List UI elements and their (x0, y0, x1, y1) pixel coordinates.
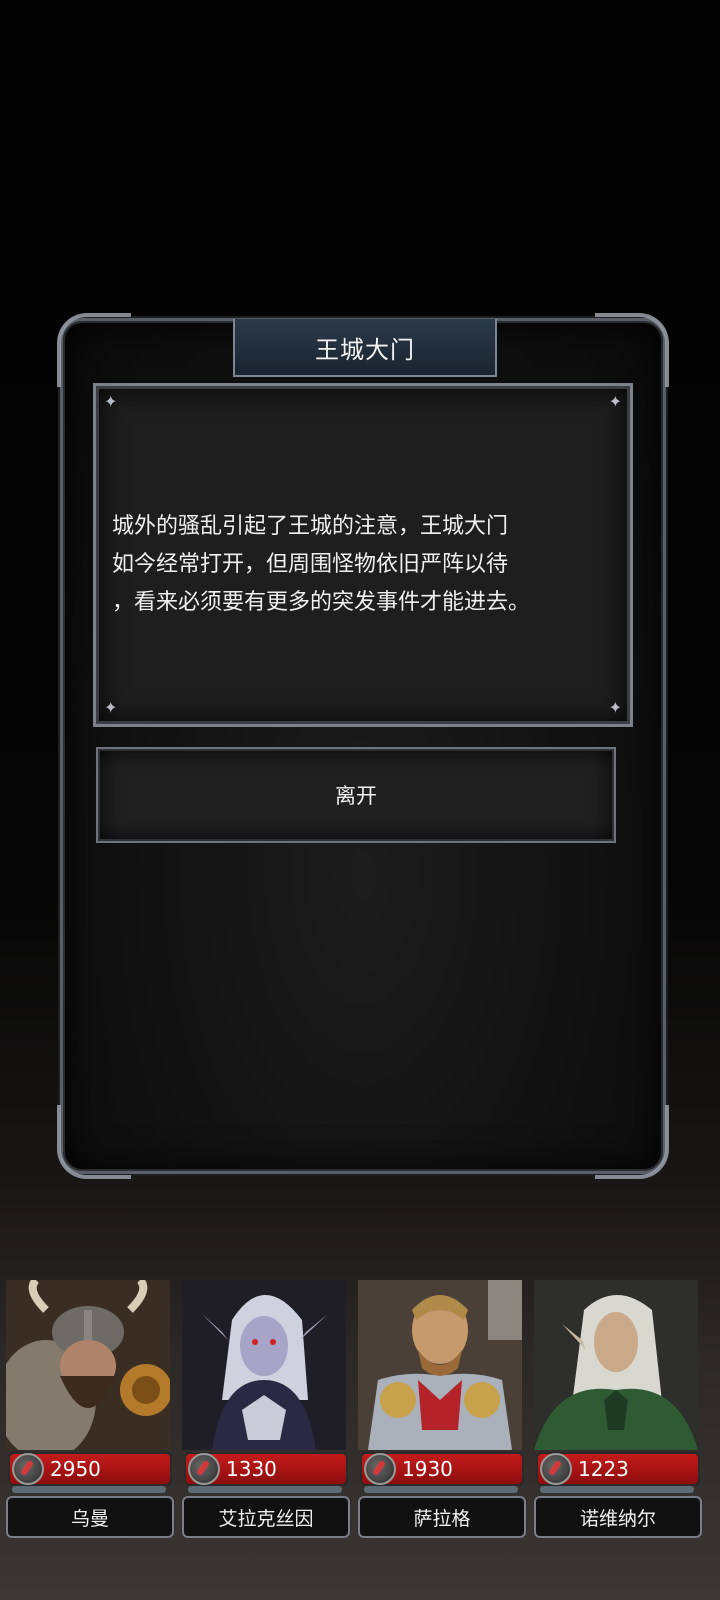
event-dialog: 王城大门 ✦ ✦ ✦ ✦ 城外的骚乱引起了王城的注意，王城大门 如今经常打开，但… (57, 313, 669, 1179)
frame-ornament-bottom-right (595, 1105, 669, 1179)
frame-ornament-bottom-left (57, 1105, 131, 1179)
dialog-title: 王城大门 (315, 335, 415, 364)
frame-ornament-top-left (57, 313, 131, 387)
hero-name: 乌曼 (70, 1507, 109, 1530)
paladin-portrait-icon (358, 1280, 522, 1450)
hp-value: 1223 (578, 1457, 629, 1481)
hero-name: 诺维纳尔 (579, 1507, 656, 1530)
health-potion-icon (364, 1453, 396, 1485)
leave-button-label: 离开 (335, 784, 377, 808)
event-text-panel: ✦ ✦ ✦ ✦ 城外的骚乱引起了王城的注意，王城大门 如今经常打开，但周围怪物依… (93, 383, 633, 727)
description-line: ，看来必须要有更多的突发事件才能进去。 (112, 590, 531, 615)
hero-card-4[interactable]: 1223 诺维纳尔 (530, 1280, 702, 1538)
mana-bar (540, 1486, 694, 1493)
mana-bar (188, 1486, 342, 1493)
sparkle-icon: ✦ (104, 392, 118, 411)
hero-card-1[interactable]: 2950 乌曼 (2, 1280, 174, 1538)
hp-value: 1930 (402, 1457, 453, 1481)
dwarf-warrior-portrait-icon (6, 1280, 170, 1450)
party-bar: 2950 乌曼 1330 艾拉克丝因 1930 萨拉格 1223 诺维纳尔 (0, 1280, 720, 1540)
hp-value: 2950 (50, 1457, 101, 1481)
hp-bar: 1330 (184, 1452, 348, 1486)
sparkle-icon: ✦ (608, 698, 622, 717)
mana-bar (364, 1486, 518, 1493)
hero-name-plate: 艾拉克丝因 (182, 1496, 350, 1538)
hero-name: 艾拉克丝因 (218, 1507, 314, 1530)
hp-bar: 2950 (8, 1452, 172, 1486)
hp-value: 1330 (226, 1457, 277, 1481)
hp-bar: 1223 (536, 1452, 700, 1486)
hero-name-plate: 萨拉格 (358, 1496, 526, 1538)
description-line: 如今经常打开，但周围怪物依旧严阵以待 (112, 552, 509, 577)
dark-elf-portrait-icon (182, 1280, 346, 1450)
dialog-title-bar: 王城大门 (233, 319, 497, 377)
sparkle-icon: ✦ (104, 698, 118, 717)
sparkle-icon: ✦ (608, 392, 622, 411)
hero-name-plate: 乌曼 (6, 1496, 174, 1538)
hero-card-2[interactable]: 1330 艾拉克丝因 (178, 1280, 350, 1538)
health-potion-icon (188, 1453, 220, 1485)
hero-name-plate: 诺维纳尔 (534, 1496, 702, 1538)
health-potion-icon (12, 1453, 44, 1485)
frame-ornament-top-right (595, 313, 669, 387)
hero-card-3[interactable]: 1930 萨拉格 (354, 1280, 526, 1538)
health-potion-icon (540, 1453, 572, 1485)
elf-ranger-portrait-icon (534, 1280, 698, 1450)
mana-bar (12, 1486, 166, 1493)
hp-bar: 1930 (360, 1452, 524, 1486)
hero-name: 萨拉格 (413, 1507, 471, 1530)
description-line: 城外的骚乱引起了王城的注意，王城大门 (112, 514, 509, 539)
leave-button[interactable]: 离开 (96, 747, 616, 843)
event-description: 城外的骚乱引起了王城的注意，王城大门 如今经常打开，但周围怪物依旧严阵以待 ，看… (112, 508, 622, 622)
